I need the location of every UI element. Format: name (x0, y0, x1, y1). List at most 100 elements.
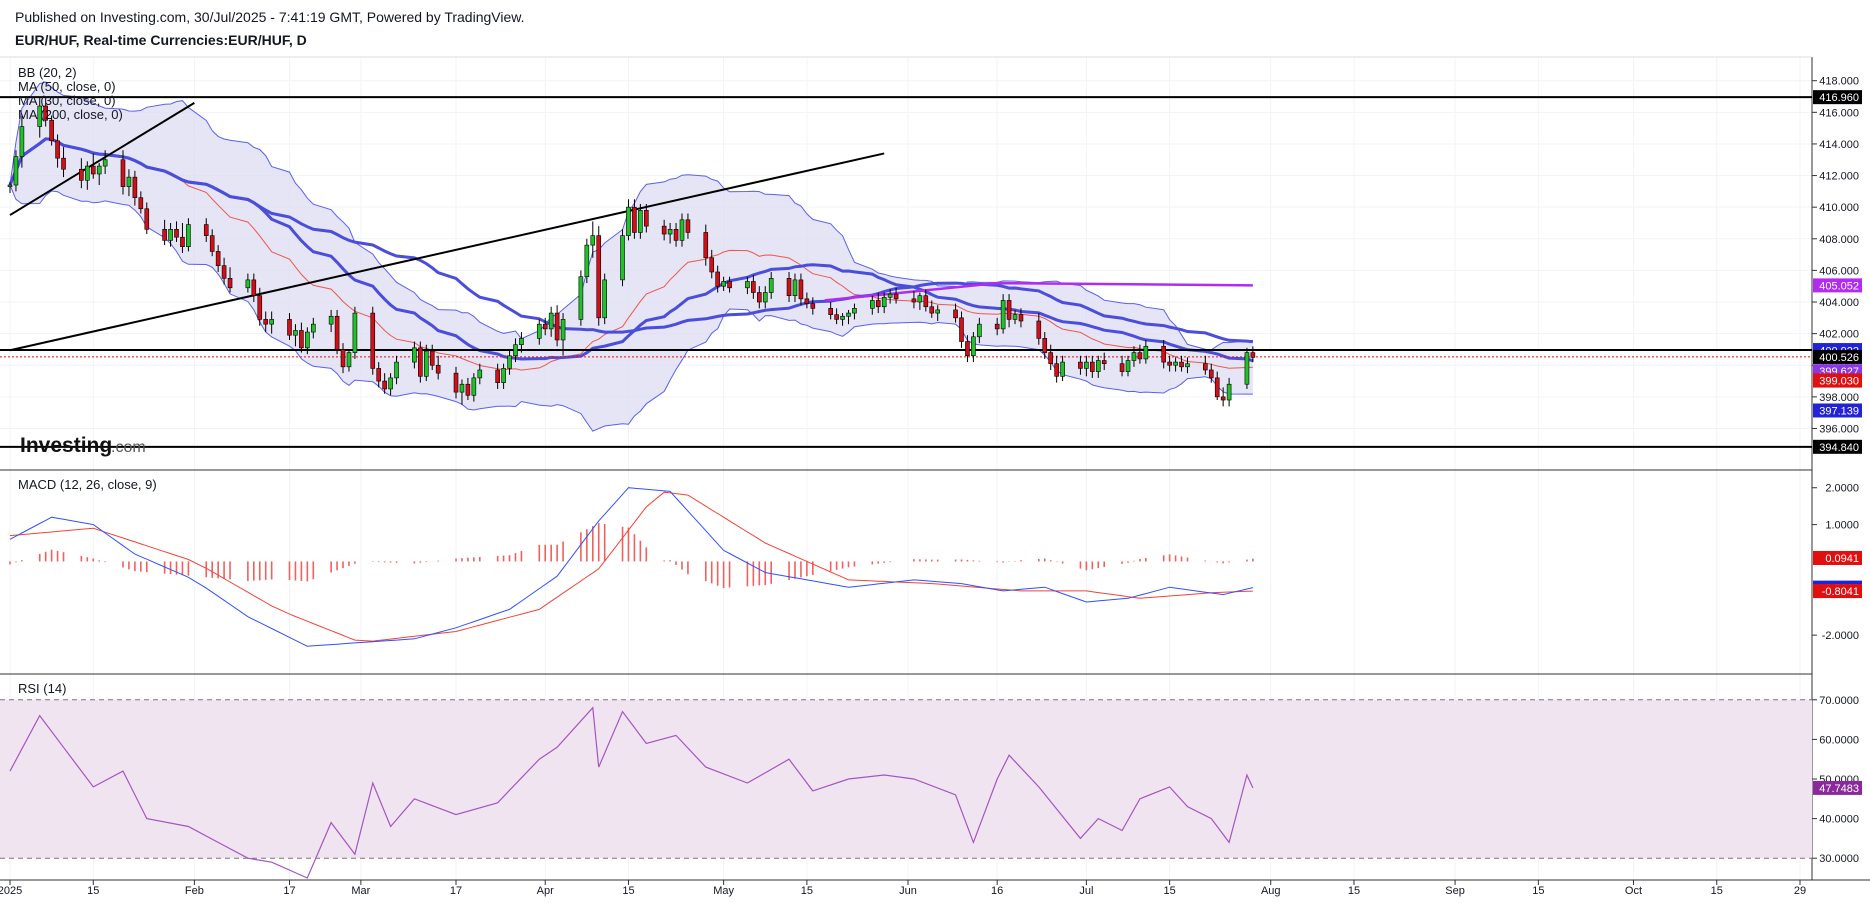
chart-canvas[interactable]: MACD (12, 26, close, 9) RSI (14) 418.000… (0, 0, 1870, 903)
candle-body (554, 312, 560, 341)
candle-body (673, 229, 679, 241)
candle-body (1137, 352, 1143, 360)
price-axis[interactable]: 418.000 416.000 414.000 412.000 410.000 408.0… (1812, 76, 1862, 865)
candle-body (477, 369, 483, 379)
candle-body (418, 347, 423, 377)
candle-body (1042, 338, 1048, 353)
macd-tick-label: 1.0000 (1825, 520, 1859, 532)
candle-body (1131, 352, 1137, 361)
candle-body (1179, 361, 1184, 368)
rsi-tick-label: 30.0000 (1819, 853, 1859, 865)
time-tick-label: Feb (185, 885, 204, 897)
price-tick-label: 414.000 (1819, 139, 1859, 151)
candle-body (13, 156, 19, 186)
candle-body (632, 206, 637, 233)
candle-body (959, 317, 964, 342)
candle-body (144, 208, 150, 230)
time-tick-label: May (713, 885, 734, 897)
macd-title: MACD (12, 26, close, 9) (18, 477, 157, 492)
candle-body (786, 278, 792, 296)
candle-body (661, 225, 667, 235)
candle-body (382, 380, 387, 390)
candle-body (626, 206, 631, 236)
candle-body (852, 308, 857, 314)
time-tick-label: Jul (1079, 885, 1093, 897)
price-tick-label: 412.000 (1819, 171, 1859, 183)
candle-body (257, 295, 263, 320)
candle-body (168, 229, 173, 241)
candle-body (352, 312, 358, 353)
candle-body (174, 229, 179, 238)
macd-tick-label: -2.0000 (1822, 630, 1859, 642)
time-tick-label: Mar (351, 885, 370, 897)
time-tick-label: 2025 (0, 885, 22, 897)
price-tick-label: 410.000 (1819, 202, 1859, 214)
rsi-band-fill (0, 699, 1812, 859)
candle-body (1203, 363, 1208, 371)
candle-body (685, 219, 691, 233)
candle-body (881, 296, 887, 308)
candle-body (715, 271, 720, 287)
legend-item: BB (20, 2) (18, 65, 77, 80)
candle-body (721, 281, 726, 287)
candle-body (1084, 361, 1089, 369)
time-axis[interactable]: 2025 15 Feb 17 Mar 17 Apr 15 May 15 Jun 16 Jul 15 Aug 1… (0, 880, 1806, 897)
candle-body (977, 323, 982, 338)
time-tick-label: 17 (283, 885, 295, 897)
macd-pane[interactable]: MACD (12, 26, close, 9) (9, 477, 1254, 647)
candle-body (762, 292, 768, 303)
time-tick-label: Oct (1625, 885, 1642, 897)
candle-body (501, 368, 506, 383)
candle-body (346, 352, 352, 368)
time-tick-label: 16 (991, 885, 1003, 897)
candle-body (340, 349, 346, 368)
candle-body (893, 293, 899, 300)
price-tick-label: 396.000 (1819, 423, 1859, 435)
time-tick-label: 17 (450, 885, 462, 897)
candle-body (1208, 369, 1214, 379)
price-tick-label: 404.000 (1819, 297, 1859, 309)
candle-body (768, 278, 774, 293)
candle-body (620, 235, 625, 281)
bollinger-band-fill (10, 82, 1253, 432)
rsi-pane[interactable]: RSI (14) (0, 681, 1812, 879)
candle-body (804, 298, 810, 304)
candle-body (828, 308, 833, 315)
candle-body (126, 176, 132, 187)
time-tick-label: 15 (87, 885, 99, 897)
price-badge: 400.526 (1819, 352, 1859, 364)
candle-body (251, 279, 257, 296)
candle-body (1220, 396, 1226, 401)
candle-body (519, 338, 524, 345)
candle-body (965, 341, 970, 357)
candle-body (227, 278, 233, 289)
candle-body (644, 210, 649, 227)
price-pane[interactable] (0, 81, 1812, 448)
candle-body (1125, 360, 1131, 372)
candle-body (1167, 361, 1172, 366)
time-tick-label: 29 (1794, 885, 1806, 897)
candle-body (120, 159, 126, 187)
candle-body (1119, 363, 1125, 372)
candle-body (709, 257, 715, 273)
candle-body (328, 315, 334, 325)
rsi-title: RSI (14) (18, 681, 66, 696)
candle-body (869, 300, 875, 309)
candle-body (310, 323, 316, 333)
candle-body (1185, 363, 1190, 368)
candle-body (1036, 320, 1042, 339)
candle-body (334, 315, 340, 350)
candle-body (953, 309, 958, 319)
candle-body (1101, 360, 1107, 364)
candle-body (370, 312, 376, 369)
price-tick-label: 416.000 (1819, 107, 1859, 119)
candle-body (792, 279, 798, 296)
candle-body (1012, 314, 1018, 320)
legend-item: MA (30, close, 0) (18, 93, 116, 108)
candle-body (495, 369, 500, 383)
candle-body (1000, 300, 1006, 330)
price-tick-label: 418.000 (1819, 76, 1859, 88)
candle-body (96, 165, 102, 175)
time-tick-label: 15 (1164, 885, 1176, 897)
candle-body (602, 279, 607, 319)
